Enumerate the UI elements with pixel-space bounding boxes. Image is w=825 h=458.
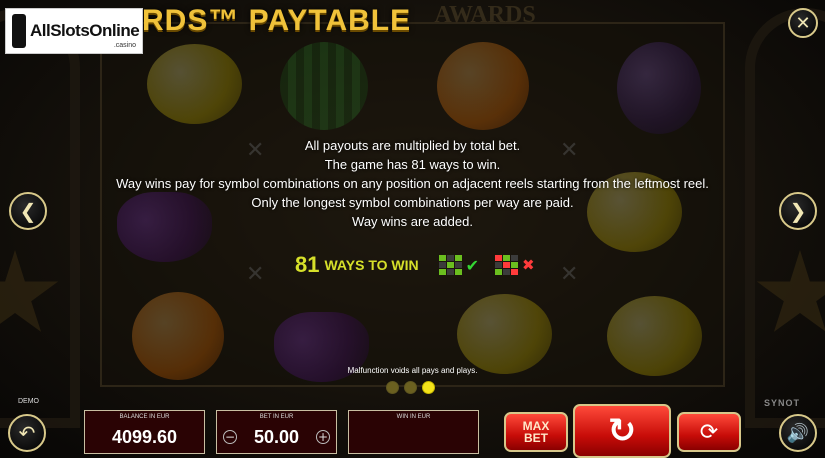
orange-symbol: [132, 292, 224, 380]
watermelon-symbol: [280, 42, 368, 130]
lemon-symbol: [457, 294, 552, 374]
brand-suffix: .casino: [113, 42, 136, 49]
autoplay-icon: ⟳: [699, 419, 719, 445]
reel-separator-icon: ✕: [560, 262, 579, 287]
rule-line: Way wins pay for symbol combinations on …: [116, 176, 709, 191]
balance-value: 4099.60: [111, 427, 178, 447]
chevron-right-icon: ❯: [789, 199, 807, 223]
bet-panel: BET IN EUR − 50.00 +: [216, 410, 337, 454]
next-page-button[interactable]: ❯: [779, 192, 817, 230]
sound-button[interactable]: 🔊: [779, 414, 817, 452]
max-bet-label-line2: BET: [523, 431, 548, 445]
balance-panel: BALANCE IN EUR 4099.60: [84, 410, 205, 454]
max-bet-button[interactable]: MAX BET: [504, 412, 568, 452]
plum-symbol: [617, 42, 701, 134]
malfunction-notice: Malfunction voids all pays and plays.: [347, 366, 478, 375]
demo-label: DEMO: [18, 398, 39, 405]
lemon-symbol: [607, 296, 702, 376]
undo-arrow-icon: ↶: [18, 421, 36, 445]
valid-way-grid-icon: [438, 255, 462, 275]
spin-arrow-icon: ↻: [607, 411, 637, 451]
page-dot[interactable]: [404, 381, 417, 394]
rule-line: Only the longest symbol combinations per…: [251, 195, 574, 210]
checkmark-icon: ✔: [465, 255, 480, 275]
ways-to-win-banner: 81 WAYS TO WIN ✔ ✖: [295, 252, 535, 278]
invalid-way-grid-icon: [495, 255, 519, 275]
spin-button[interactable]: ↻: [573, 404, 671, 458]
orange-symbol: [437, 42, 529, 130]
brand-logo: AllSlotsOnline .casino: [5, 8, 143, 54]
page-dot[interactable]: [386, 381, 399, 394]
paytable-rules: All payouts are multiplied by total bet.…: [60, 136, 765, 231]
win-panel: WIN IN EUR: [348, 410, 479, 454]
cross-icon: ✖: [522, 256, 535, 274]
win-label: WIN IN EUR: [396, 414, 431, 420]
close-button[interactable]: ✕: [788, 8, 818, 38]
page-title: RDS™ PAYTABLE: [142, 4, 412, 37]
lemon-symbol: [147, 44, 242, 124]
autoplay-button[interactable]: ⟳: [677, 412, 741, 452]
back-button[interactable]: ↶: [8, 414, 46, 452]
rule-line: The game has 81 ways to win.: [324, 157, 501, 172]
ways-number: 81: [295, 252, 320, 277]
domino-icon: [12, 14, 26, 48]
page-indicator: [386, 381, 440, 394]
rule-line: All payouts are multiplied by total bet.: [304, 138, 521, 153]
close-icon: ✕: [795, 12, 811, 34]
rule-line: Way wins are added.: [352, 214, 473, 229]
brand-name: AllSlotsOnline: [30, 21, 140, 40]
ways-label: WAYS TO WIN: [324, 257, 419, 273]
provider-logo: SYNOT: [764, 398, 801, 408]
game-logo-watermark: AWARDS: [434, 2, 536, 28]
previous-page-button[interactable]: ❮: [9, 192, 47, 230]
balance-label: BALANCE IN EUR: [119, 414, 170, 420]
bet-increase-button[interactable]: +: [316, 430, 330, 444]
page-dot-active[interactable]: [422, 381, 435, 394]
bet-label: BET IN EUR: [259, 414, 294, 420]
chevron-left-icon: ❮: [19, 199, 37, 223]
reel-separator-icon: ✕: [246, 262, 265, 287]
speaker-icon: 🔊: [786, 422, 810, 444]
